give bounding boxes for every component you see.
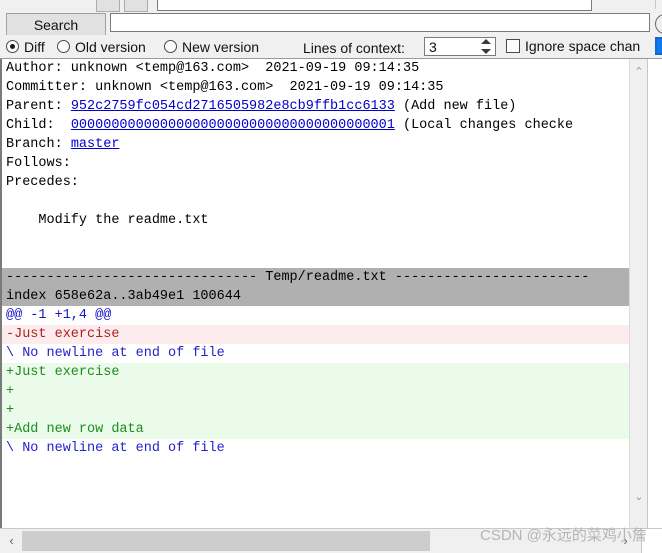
diff-line-added-4: +Add new row data bbox=[2, 420, 630, 439]
scroll-right-icon[interactable]: › bbox=[616, 530, 635, 551]
commit-parent-line: Parent: 952c2759fc054cd2716505982e8cb9ff… bbox=[2, 97, 630, 116]
toolbar-right-edge bbox=[655, 0, 662, 9]
radio-new-version-label: New version bbox=[182, 38, 260, 55]
commit-follows-line: Follows: bbox=[6, 156, 71, 171]
branch-label: Branch: bbox=[6, 137, 71, 152]
diff-panel: Author: unknown <temp@163.com> 2021-09-1… bbox=[0, 58, 662, 529]
radio-old-version-dot bbox=[57, 40, 70, 53]
panel-right-rail bbox=[647, 59, 662, 529]
scrollbar-corner bbox=[641, 529, 662, 553]
commit-branch-line: Branch: master bbox=[2, 135, 630, 154]
radio-new-version[interactable]: New version bbox=[164, 38, 259, 55]
commit-precedes-line: Precedes: bbox=[6, 175, 79, 190]
diff-line-no-newline-old: \ No newline at end of file bbox=[6, 346, 225, 361]
diff-line-removed: -Just exercise bbox=[2, 325, 630, 344]
lines-of-context-value: 3 bbox=[429, 39, 437, 55]
radio-old-version[interactable]: Old version bbox=[57, 38, 146, 55]
diff-line-added-3: + bbox=[2, 401, 630, 420]
focused-checkbox-right-edge[interactable] bbox=[655, 37, 662, 55]
radio-diff[interactable]: Diff bbox=[6, 38, 45, 55]
horizontal-scrollbar[interactable]: ‹ › bbox=[0, 528, 662, 553]
lines-of-context-label: Lines of context: bbox=[303, 40, 405, 56]
diff-hunk-header: @@ -1 +1,4 @@ bbox=[6, 308, 112, 323]
diff-file-band: ------------------------------- Temp/rea… bbox=[2, 268, 630, 287]
radio-diff-label: Diff bbox=[24, 38, 45, 55]
horizontal-scrollbar-thumb[interactable] bbox=[22, 531, 430, 551]
radio-diff-dot bbox=[6, 40, 19, 53]
checkbox-ignore-space-changes[interactable]: Ignore space chan bbox=[506, 38, 640, 54]
commit-author-line: Author: unknown <temp@163.com> 2021-09-1… bbox=[6, 61, 420, 76]
parent-hash-link[interactable]: 952c2759fc054cd2716505982e8cb9ffb1cc6133 bbox=[71, 99, 395, 114]
parent-note: (Add new file) bbox=[394, 99, 517, 114]
scroll-up-icon[interactable]: ⌃ bbox=[630, 62, 648, 80]
search-input[interactable] bbox=[110, 13, 650, 32]
commit-committer-line: Committer: unknown <temp@163.com> 2021-0… bbox=[6, 80, 444, 95]
commit-child-line: Child: 000000000000000000000000000000000… bbox=[2, 116, 630, 135]
scroll-down-icon[interactable]: ⌄ bbox=[630, 487, 648, 505]
branch-link[interactable]: master bbox=[71, 137, 120, 152]
stepper-buttons[interactable] bbox=[479, 39, 493, 54]
diff-line-added-1: +Just exercise bbox=[2, 363, 630, 382]
stepper-down-icon[interactable] bbox=[481, 49, 491, 54]
toolbar-button-2[interactable] bbox=[124, 0, 148, 12]
diff-text-area[interactable]: Author: unknown <temp@163.com> 2021-09-1… bbox=[0, 59, 630, 529]
radio-old-version-label: Old version bbox=[75, 38, 146, 55]
search-button[interactable]: Search bbox=[6, 13, 106, 36]
diff-index-line: index 658e62a..3ab49e1 100644 bbox=[2, 287, 630, 306]
toolbar-text-field[interactable] bbox=[157, 0, 592, 11]
top-toolbar-strip bbox=[0, 0, 662, 12]
ignore-space-label: Ignore space chan bbox=[525, 38, 641, 54]
vertical-scrollbar[interactable]: ⌃ ⌄ bbox=[629, 59, 648, 529]
diff-options-row: Diff Old version New version Lines of co… bbox=[0, 35, 662, 59]
toolbar-button-1[interactable] bbox=[96, 0, 120, 12]
diff-line-added-2: + bbox=[2, 382, 630, 401]
parent-label: Parent: bbox=[6, 99, 71, 114]
radio-new-version-dot bbox=[164, 40, 177, 53]
search-row: Search bbox=[0, 12, 662, 36]
scroll-left-icon[interactable]: ‹ bbox=[2, 530, 21, 551]
child-label: Child: bbox=[6, 118, 71, 133]
lines-of-context-stepper[interactable]: 3 bbox=[424, 37, 496, 56]
search-row-right-radio[interactable] bbox=[655, 14, 662, 34]
child-note: (Local changes checke bbox=[394, 118, 574, 133]
ignore-space-checkbox-box bbox=[506, 39, 520, 53]
diff-line-no-newline-new: \ No newline at end of file bbox=[6, 441, 225, 456]
child-hash-link[interactable]: 0000000000000000000000000000000000000001 bbox=[71, 118, 395, 133]
stepper-up-icon[interactable] bbox=[481, 39, 491, 44]
commit-message: Modify the readme.txt bbox=[6, 213, 209, 228]
